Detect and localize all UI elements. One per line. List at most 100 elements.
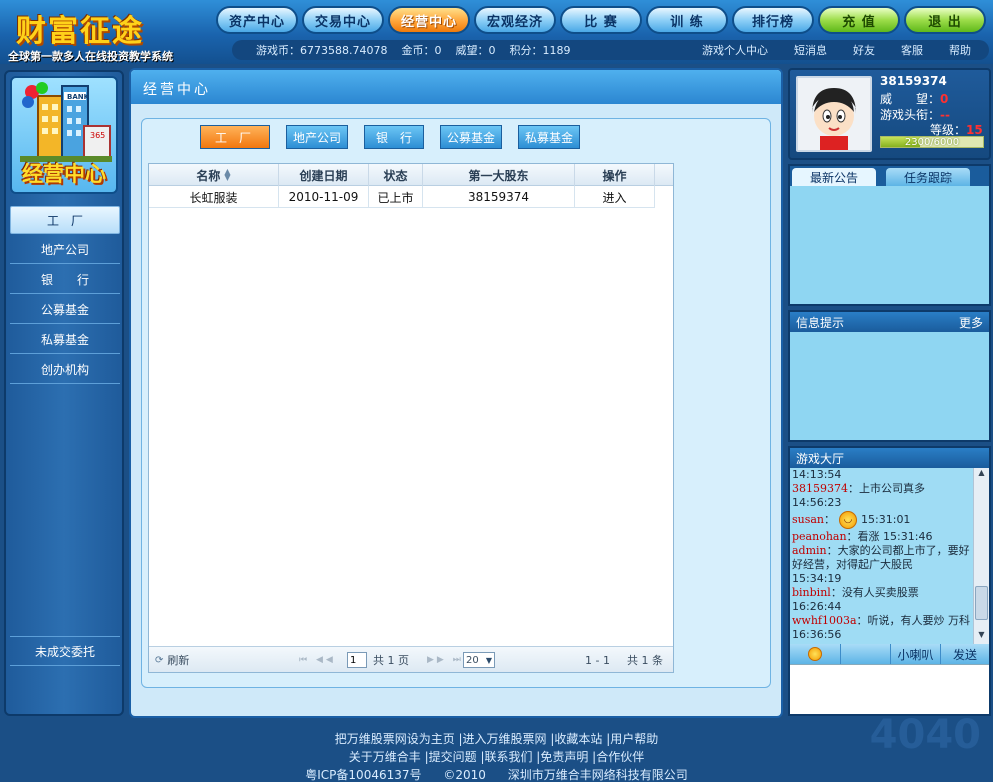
logo[interactable]: 财富征途 全球第一款多人在线投资教学系统 bbox=[6, 4, 188, 63]
sidebar-item-pending-orders[interactable]: 未成交委托 bbox=[10, 636, 120, 666]
chat-line: 38159374：上市公司真多 bbox=[792, 482, 925, 495]
nav-macro-economy[interactable]: 宏观经济 bbox=[474, 6, 556, 34]
chat-user[interactable]: admin bbox=[792, 544, 827, 557]
tab-real-estate[interactable]: 地产公司 bbox=[286, 125, 349, 149]
chat-text: 15:31:01 bbox=[861, 513, 911, 526]
chat-line: 14:56:23 bbox=[792, 496, 842, 509]
nav-business-center[interactable]: 经营中心 bbox=[388, 6, 470, 34]
chat-line: 14:13:54 bbox=[792, 468, 842, 481]
send-button[interactable]: 发送 bbox=[940, 644, 989, 664]
chat-scrollbar[interactable]: ▲ ▼ bbox=[973, 468, 989, 644]
tab-public-fund[interactable]: 公募基金 bbox=[440, 125, 503, 149]
column-header-status[interactable]: 状态 bbox=[369, 164, 423, 186]
company-name: 深圳市万维合丰网络科技有限公司 bbox=[507, 768, 688, 782]
link-personal-center[interactable]: 游戏个人中心 bbox=[702, 42, 768, 58]
tab-private-fund[interactable]: 私募基金 bbox=[518, 125, 581, 149]
scroll-up-icon[interactable]: ▲ bbox=[974, 468, 989, 482]
sidebar-item-create-org[interactable]: 创办机构 bbox=[10, 356, 120, 384]
chat-line: admin：大家的公司都上市了，要好好经营，对得起广大股民 bbox=[792, 544, 970, 571]
page-size-value: 20 bbox=[466, 654, 479, 666]
content-panel: 工厂 地产公司 银 行 公募基金 私募基金 名称 ▲ ▼ 创建日期 状态 第一大股东… bbox=[141, 118, 771, 688]
left-sidebar: BANK 365 经营中心 工 厂 地产公司 银 行 公募基金 私募基金 创办机… bbox=[4, 70, 124, 716]
pagination-bar: ⟳ 刷新 ⏮ ◀◀ 共 1 页 ▶▶ ⏭ 20 ▼ 1 - 1 共 1 条 bbox=[149, 646, 673, 672]
info-panel: 信息提示 更多 bbox=[788, 310, 991, 442]
horn-button[interactable]: 小喇叭 bbox=[890, 644, 940, 664]
sidebar-item-public-fund[interactable]: 公募基金 bbox=[10, 296, 120, 324]
avatar[interactable] bbox=[796, 76, 872, 152]
svg-text:BANK: BANK bbox=[67, 93, 90, 101]
user-id: 38159374 bbox=[880, 74, 947, 88]
emoji-button[interactable] bbox=[790, 644, 840, 664]
chat-text: 看涨 15:31:46 bbox=[857, 530, 933, 543]
scroll-down-icon[interactable]: ▼ bbox=[974, 630, 989, 644]
sidebar-menu: 工 厂 地产公司 银 行 公募基金 私募基金 创办机构 bbox=[10, 206, 120, 386]
chat-text: 上市公司真多 bbox=[859, 482, 925, 495]
chat-user[interactable]: susan bbox=[792, 513, 824, 527]
link-messages[interactable]: 短消息 bbox=[794, 42, 827, 58]
news-panel: 最新公告 任务跟踪 bbox=[788, 164, 991, 306]
logo-subtitle: 全球第一款多人在线投资教学系统 bbox=[8, 50, 173, 63]
nav-leaderboard[interactable]: 排行榜 bbox=[732, 6, 814, 34]
column-header-date[interactable]: 创建日期 bbox=[279, 164, 369, 186]
info-more-link[interactable]: 更多 bbox=[959, 314, 983, 331]
column-header-action: 操作 bbox=[575, 164, 655, 186]
nav-asset-center[interactable]: 资产中心 bbox=[216, 6, 298, 34]
next-last-icons[interactable]: ▶▶ ⏭ bbox=[427, 647, 464, 673]
scroll-thumb[interactable] bbox=[975, 586, 988, 620]
nav-training[interactable]: 训 练 bbox=[646, 6, 728, 34]
toolbar-spacer bbox=[840, 644, 890, 664]
hall-title: 游戏大厅 bbox=[796, 451, 845, 466]
copyright-year: ©2010 bbox=[443, 768, 486, 782]
game-coins: 游戏币：6773588.74078 bbox=[256, 44, 388, 57]
chat-user[interactable]: binbinl bbox=[792, 586, 831, 599]
sidebar-item-bank[interactable]: 银 行 bbox=[10, 266, 120, 294]
chat-toolbar: 小喇叭 发送 bbox=[790, 644, 989, 664]
sidebar-item-real-estate[interactable]: 地产公司 bbox=[10, 236, 120, 264]
smiley-icon bbox=[808, 647, 822, 661]
sidebar-item-private-fund[interactable]: 私募基金 bbox=[10, 326, 120, 354]
nav-competition[interactable]: 比 赛 bbox=[560, 6, 642, 34]
nav-trade-center[interactable]: 交易中心 bbox=[302, 6, 384, 34]
news-tabs: 最新公告 任务跟踪 bbox=[790, 166, 989, 186]
link-support[interactable]: 客服 bbox=[901, 42, 923, 58]
chat-user[interactable]: peanohan bbox=[792, 530, 847, 543]
link-help[interactable]: 帮助 bbox=[949, 42, 971, 58]
tab-latest-news[interactable]: 最新公告 bbox=[792, 168, 876, 186]
top-links: 游戏个人中心 短消息 好友 客服 帮助 bbox=[702, 40, 971, 60]
logout-button[interactable]: 退 出 bbox=[904, 6, 986, 34]
first-prev-icons[interactable]: ⏮ ◀◀ bbox=[299, 647, 336, 673]
recharge-button[interactable]: 充 值 bbox=[818, 6, 900, 34]
cell-company-name: 长虹服装 bbox=[149, 186, 279, 208]
link-friends[interactable]: 好友 bbox=[853, 42, 875, 58]
enter-link[interactable]: 进入 bbox=[575, 186, 655, 208]
cell-shareholder: 38159374 bbox=[423, 186, 575, 208]
exp-progress-bar: 2300/6000 bbox=[880, 136, 984, 148]
footer-links-2[interactable]: 关于万维合丰 |提交问题 |联系我们 |免责声明 |合作伙伴 bbox=[0, 748, 993, 765]
footer: 把万维股票网设为主页 |进入万维股票网 |收藏本站 |用户帮助 关于万维合丰 |… bbox=[0, 724, 993, 782]
tab-factory[interactable]: 工厂 bbox=[200, 125, 271, 149]
chevron-down-icon: ▼ bbox=[485, 655, 492, 665]
chat-line: susan： ◡ 15:31:01 bbox=[792, 510, 971, 530]
table-row[interactable]: 长虹服装 2010-11-09 已上市 38159374 进入 bbox=[149, 186, 655, 208]
tab-bank[interactable]: 银 行 bbox=[364, 125, 425, 149]
chat-line: wwhf1003a：听说，有人要炒 万科 16:36:56 bbox=[792, 614, 971, 641]
chat-log: 14:13:54 38159374：上市公司真多 14:56:23 susan：… bbox=[790, 468, 973, 644]
chat-user[interactable]: wwhf1003a bbox=[792, 614, 857, 627]
chat-user[interactable]: 38159374 bbox=[792, 482, 848, 495]
footer-links-1[interactable]: 把万维股票网设为主页 |进入万维股票网 |收藏本站 |用户帮助 bbox=[0, 730, 993, 747]
page-input-wrap: 共 1 页 bbox=[347, 647, 409, 673]
table-header: 名称 ▲ ▼ 创建日期 状态 第一大股东 操作 bbox=[149, 164, 673, 186]
refresh-button[interactable]: ⟳ 刷新 bbox=[155, 647, 189, 673]
tab-task-tracking[interactable]: 任务跟踪 bbox=[886, 168, 970, 186]
page-input[interactable] bbox=[347, 652, 367, 668]
total-pages: 共 1 页 bbox=[373, 654, 409, 667]
column-header-shareholder[interactable]: 第一大股东 bbox=[423, 164, 575, 186]
sidebar-item-factory[interactable]: 工 厂 bbox=[10, 206, 120, 234]
page-size-select[interactable]: 20 ▼ bbox=[463, 652, 495, 668]
column-header-name[interactable]: 名称 ▲ ▼ bbox=[149, 164, 279, 186]
sort-icon[interactable]: ▲ ▼ bbox=[224, 168, 230, 182]
points: 积分：1189 bbox=[509, 44, 571, 57]
main-panel: 经营中心 工厂 地产公司 银 行 公募基金 私募基金 名称 ▲ ▼ 创建日期 状态 … bbox=[129, 68, 783, 718]
prestige: 威望：0 bbox=[455, 44, 496, 57]
chat-input[interactable] bbox=[790, 664, 989, 714]
